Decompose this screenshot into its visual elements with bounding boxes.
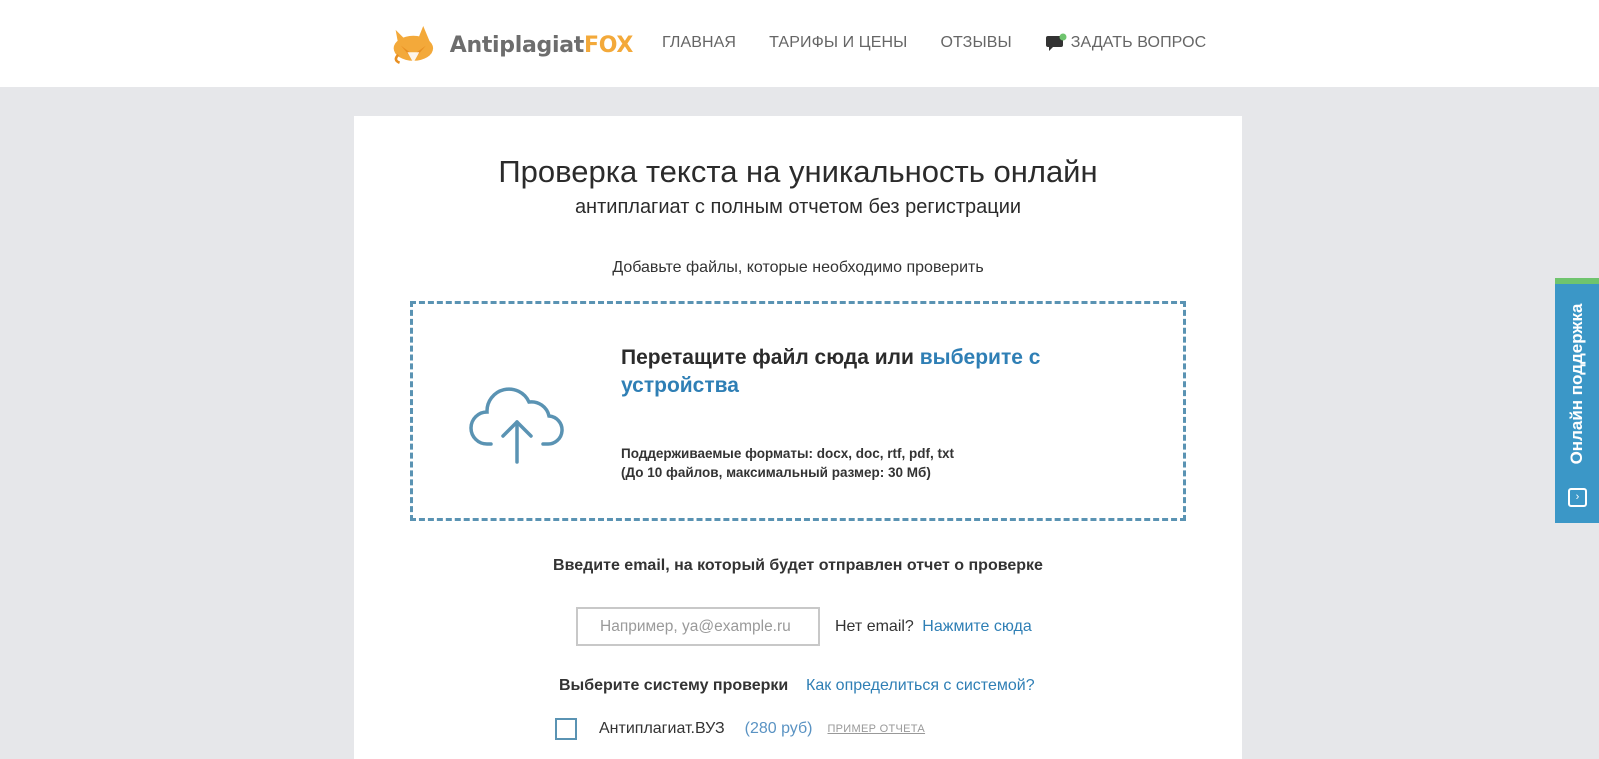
file-limits: (До 10 файлов, максимальный размер: 30 М…: [621, 465, 931, 480]
main-card: Проверка текста на уникальность онлайн а…: [354, 116, 1242, 759]
no-email-text: Нет email?: [835, 618, 914, 635]
cloud-upload-icon: [469, 387, 564, 464]
dropzone-instruction: Перетащите файл сюда или выберите с устр…: [621, 344, 1041, 400]
email-input[interactable]: [576, 607, 820, 646]
no-email-prompt: Нет email? Нажмите сюда: [835, 618, 1032, 636]
system-help-link[interactable]: Как определиться с системой?: [806, 677, 1035, 695]
system-option-name: Антиплагиат.ВУЗ: [599, 720, 725, 737]
nav-home[interactable]: ГЛАВНАЯ: [662, 34, 736, 52]
file-dropzone[interactable]: Перетащите файл сюда или выберите с устр…: [410, 301, 1186, 521]
add-files-hint: Добавьте файлы, которые необходимо прове…: [612, 259, 984, 276]
site-header: AntiplagiatFOX ГЛАВНАЯ ТАРИФЫ И ЦЕНЫ ОТЗ…: [0, 0, 1599, 87]
expand-icon: ›: [1568, 488, 1587, 507]
page-title: Проверка текста на уникальность онлайн: [498, 154, 1098, 189]
dropzone-text: Перетащите файл сюда или: [621, 346, 914, 369]
system-label: Выберите систему проверки: [559, 677, 789, 694]
nav-ask-question-label: ЗАДАТЬ ВОПРОС: [1070, 34, 1207, 51]
system-option: Антиплагиат.ВУЗ (280 руб) ПРИМЕР ОТЧЕТА: [555, 718, 925, 740]
site-logo[interactable]: AntiplagiatFOX: [393, 16, 633, 74]
system-option-checkbox[interactable]: [555, 718, 577, 740]
main-nav: ГЛАВНАЯ ТАРИФЫ И ЦЕНЫ ОТЗЫВЫ ЗАДАТЬ ВОПР…: [662, 33, 1239, 53]
chat-bubble-icon: [1045, 33, 1067, 51]
logo-text: AntiplagiatFOX: [449, 32, 634, 58]
sample-report-link[interactable]: ПРИМЕР ОТЧЕТА: [827, 723, 925, 735]
email-label: Введите email, на который будет отправле…: [553, 557, 1043, 574]
fox-logo-icon: [393, 25, 434, 64]
page-subtitle: антиплагиат с полным отчетом без регистр…: [574, 196, 1022, 218]
no-email-link[interactable]: Нажмите сюда: [922, 618, 1031, 635]
online-support-tab[interactable]: Онлайн поддержка ›: [1555, 278, 1599, 523]
online-support-label: Онлайн поддержка: [1567, 303, 1586, 465]
supported-formats: Поддерживаемые форматы: docx, doc, rtf, …: [621, 446, 954, 461]
nav-reviews[interactable]: ОТЗЫВЫ: [940, 34, 1011, 52]
system-option-price: (280 руб): [744, 720, 813, 737]
nav-ask-question[interactable]: ЗАДАТЬ ВОПРОС: [1045, 33, 1207, 53]
nav-pricing[interactable]: ТАРИФЫ И ЦЕНЫ: [769, 34, 907, 52]
dropzone-info: Поддерживаемые форматы: docx, doc, rtf, …: [621, 444, 954, 482]
